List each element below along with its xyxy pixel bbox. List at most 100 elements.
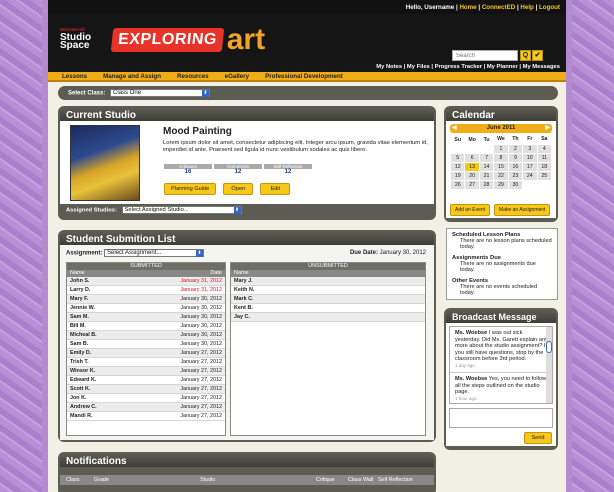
table-row[interactable]: Keith N. xyxy=(231,285,425,295)
open-button[interactable]: Open xyxy=(223,183,254,195)
student-name: Kent B. xyxy=(231,303,425,313)
connected-link[interactable]: ConnectED xyxy=(482,4,515,11)
calendar-day[interactable]: 3 xyxy=(522,143,538,154)
next-month-icon[interactable]: ▶ xyxy=(545,124,550,133)
table-row[interactable]: Trish T. January 27, 2012 xyxy=(67,357,225,367)
message-input[interactable] xyxy=(449,408,553,428)
planning-guide-button[interactable]: Planning Guide xyxy=(164,183,217,195)
calendar-day[interactable]: 2 xyxy=(507,143,524,154)
calendar-day[interactable]: 21 xyxy=(478,170,495,181)
add-event-button[interactable]: Add an Event xyxy=(450,204,491,216)
submission-date: January 27, 2012 xyxy=(131,384,225,394)
edit-button[interactable]: Edit xyxy=(260,183,291,195)
table-row[interactable]: Mary J. xyxy=(231,277,425,286)
calendar-day[interactable]: 19 xyxy=(449,170,466,181)
calendar-day[interactable]: 22 xyxy=(493,170,509,181)
student-name: Edward K. xyxy=(67,375,132,385)
calendar-grid: Su Mo Tu We Th Fr Sa 1 2 3 4 5 6 7 8 9 10 11 12 13 14 15 16 17 1… xyxy=(449,135,553,190)
nav-professional-development[interactable]: Professional Development xyxy=(265,73,343,80)
calendar-day[interactable]: 18 xyxy=(536,161,553,172)
submission-list-title: Student Submition List xyxy=(60,232,434,245)
studio-space-logo[interactable]: McGraw-Hill Studio Space xyxy=(60,26,91,51)
calendar-day[interactable]: 8 xyxy=(493,152,509,163)
table-row[interactable]: Scott K. January 27, 2012 xyxy=(67,384,225,394)
table-row[interactable]: Emily D. January 27, 2012 xyxy=(67,348,225,358)
nav-manage-assign[interactable]: Manage and Assign xyxy=(103,73,161,80)
calendar-day[interactable]: 10 xyxy=(522,152,538,163)
calendar-title: Calendar xyxy=(446,108,556,121)
calendar-day[interactable]: 25 xyxy=(536,170,553,181)
calendar-month-bar: ◀ June 2011 ▶ xyxy=(450,124,552,133)
calendar-day[interactable]: 14 xyxy=(478,161,495,172)
calendar-day[interactable]: 5 xyxy=(449,152,466,163)
submission-list-panel: Student Submition List Assignment: Selec… xyxy=(58,230,436,442)
table-row[interactable]: Kent B. xyxy=(231,303,425,313)
stat-self-reflection[interactable]: Self Reflection 12 xyxy=(264,164,312,175)
table-row[interactable]: Andrew C. January 27, 2012 xyxy=(67,402,225,412)
table-row[interactable]: Micheal B. January 30, 2012 xyxy=(67,330,225,340)
help-link[interactable]: Help xyxy=(520,4,533,11)
table-row[interactable]: Jennie W. January 30, 2012 xyxy=(67,303,225,313)
calendar-day[interactable]: 28 xyxy=(478,179,495,190)
calendar-day[interactable]: 30 xyxy=(507,179,524,190)
table-row[interactable]: Mandi R. January 27, 2012 xyxy=(67,411,225,421)
calendar-day[interactable]: 29 xyxy=(493,179,509,190)
studio-name: Mood Painting xyxy=(163,126,232,137)
calendar-day[interactable]: 26 xyxy=(449,179,466,190)
calendar-day[interactable]: 12 xyxy=(449,161,466,172)
calendar-day[interactable]: 6 xyxy=(464,152,480,163)
weekday-label: Tu xyxy=(483,136,490,143)
table-row[interactable]: Bill M. January 30, 2012 xyxy=(67,321,225,331)
calendar-day[interactable]: 23 xyxy=(507,170,524,181)
class-select[interactable]: Class One ⬍ xyxy=(110,89,211,97)
search-icon[interactable]: Q xyxy=(520,50,531,61)
table-row[interactable]: Larry D. January 31, 2012 xyxy=(67,285,225,295)
table-row[interactable]: Mark C. xyxy=(231,294,425,304)
calendar-day[interactable]: 13 xyxy=(464,161,480,172)
table-row[interactable]: Edward K. January 27, 2012 xyxy=(67,375,225,385)
unsubmitted-table: Mary J. Keith N. Mark C. Kent B. Jay C. xyxy=(231,277,425,322)
student-name: Sam M. xyxy=(67,312,132,322)
assigned-studio-select[interactable]: Select Assigned Studio... ⬍ xyxy=(121,206,242,214)
calendar-day[interactable]: 11 xyxy=(536,152,553,163)
submission-date: January 27, 2012 xyxy=(131,357,225,367)
nav-egallery[interactable]: eGallery xyxy=(225,73,249,80)
send-button[interactable]: Send xyxy=(524,432,552,444)
calendar-day[interactable]: 4 xyxy=(536,143,553,154)
table-row[interactable]: Winsor K. January 27, 2012 xyxy=(67,366,225,376)
check-icon[interactable]: ✔ xyxy=(532,50,543,61)
calendar-day[interactable]: 7 xyxy=(478,152,495,163)
student-name: Micheal B. xyxy=(67,330,132,340)
calendar-day[interactable]: 27 xyxy=(464,179,480,190)
message-scrollbar[interactable] xyxy=(546,327,552,403)
calendar-day[interactable]: 9 xyxy=(507,152,524,163)
notifications-header-row: Class Grade Studio Critique Class Wall S… xyxy=(60,475,434,485)
calendar-day[interactable]: 1 xyxy=(493,143,509,154)
search-input[interactable] xyxy=(452,50,518,61)
table-row[interactable]: Jon K. January 27, 2012 xyxy=(67,393,225,403)
calendar-day[interactable]: 16 xyxy=(507,161,524,172)
calendar-day[interactable]: 20 xyxy=(464,170,480,181)
calendar-day xyxy=(479,144,493,153)
home-link[interactable]: Home xyxy=(459,4,476,11)
calendar-day[interactable]: 17 xyxy=(522,161,538,172)
table-row[interactable]: Mary F. January 30, 2012 xyxy=(67,294,225,304)
stat-critiques[interactable]: Critiques 16 xyxy=(164,164,212,175)
calendar-day[interactable]: 15 xyxy=(493,161,509,172)
stat-comments[interactable]: Comments 12 xyxy=(214,164,262,175)
table-row[interactable]: Sam M. January 30, 2012 xyxy=(67,312,225,322)
calendar-day[interactable]: 24 xyxy=(522,170,538,181)
top-utility-bar: Hello, Username | Home | ConnectED | Hel… xyxy=(48,0,566,14)
make-assignment-button[interactable]: Make an Assignment xyxy=(494,204,551,216)
assignment-select[interactable]: Select Assignment... ⬍ xyxy=(104,249,205,257)
table-row[interactable]: Sam B. January 30, 2012 xyxy=(67,339,225,349)
nav-lessons[interactable]: Lessons xyxy=(62,73,87,80)
table-row[interactable]: Jay C. xyxy=(231,312,425,322)
prev-month-icon[interactable]: ◀ xyxy=(452,124,457,133)
table-row[interactable]: John S. January 31, 2012 xyxy=(67,277,225,286)
logout-link[interactable]: Logout xyxy=(539,4,560,11)
submission-date: January 30, 2012 xyxy=(131,321,225,331)
header-links[interactable]: My Notes | My Files | Progress Tracker |… xyxy=(376,64,560,70)
background-doodle-right xyxy=(572,0,614,492)
nav-resources[interactable]: Resources xyxy=(177,73,209,80)
